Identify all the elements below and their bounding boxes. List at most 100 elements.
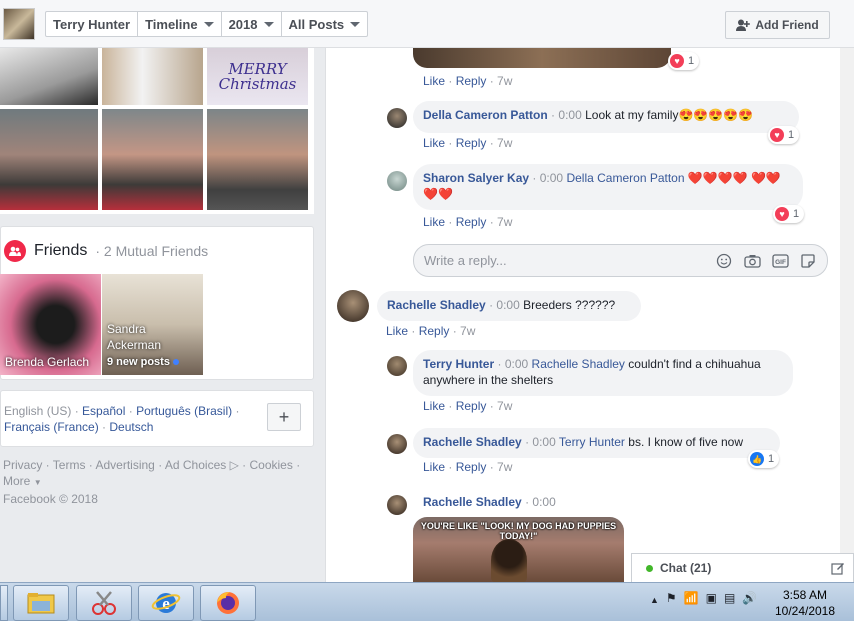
profile-avatar[interactable] <box>3 8 35 40</box>
footer-advertising[interactable]: Advertising <box>95 458 154 472</box>
add-language-button[interactable]: + <box>267 403 301 431</box>
comment-author[interactable]: Rachelle Shadley <box>387 298 486 312</box>
language-link-pt[interactable]: Português (Brasil) <box>136 404 232 418</box>
reaction-count[interactable]: ♥ 1 <box>668 52 700 70</box>
video-timestamp[interactable]: 0:00 <box>505 357 528 371</box>
comment-age[interactable]: 7w <box>497 215 512 229</box>
reply-link[interactable]: Reply <box>456 399 487 413</box>
comment-image-partial[interactable] <box>413 48 671 68</box>
crumb-year[interactable]: 2018 <box>222 12 282 36</box>
comment-age[interactable]: 7w <box>497 136 512 150</box>
start-button-edge[interactable] <box>0 585 8 621</box>
language-link-fr[interactable]: Français (France) <box>4 420 99 434</box>
friend-tile-sandra[interactable]: Sandra Ackerman 9 new posts <box>102 274 203 375</box>
video-timestamp[interactable]: 0:00 <box>532 435 555 449</box>
chat-bar[interactable]: Chat (21) <box>631 553 854 582</box>
crumb-profile-name[interactable]: Terry Hunter <box>46 12 139 36</box>
reaction-number: 1 <box>768 453 775 465</box>
like-link[interactable]: Like <box>423 215 445 229</box>
caret-down-icon: ▼ <box>33 478 42 487</box>
page-scrollbar[interactable] <box>840 48 854 582</box>
like-link[interactable]: Like <box>423 74 445 88</box>
footer-terms[interactable]: Terms <box>53 458 86 472</box>
reply-link[interactable]: Reply <box>456 136 487 150</box>
reply-input[interactable]: Write a reply... GIF <box>413 244 828 277</box>
language-link-es[interactable]: Español <box>82 404 125 418</box>
reaction-count[interactable]: 👍 1 <box>748 450 780 468</box>
meme-image[interactable]: YOU'RE LIKE "LOOK! MY DOG HAD PUPPIES TO… <box>413 517 624 582</box>
like-link[interactable]: Like <box>423 460 445 474</box>
comment-author[interactable]: Terry Hunter <box>423 357 494 371</box>
comment-age[interactable]: 7w <box>497 460 512 474</box>
photo-person[interactable] <box>102 48 203 105</box>
video-timestamp[interactable]: 0:00 <box>558 108 581 122</box>
reaction-count[interactable]: ♥ 1 <box>773 205 805 223</box>
emoji-icon[interactable] <box>715 252 733 270</box>
heart-reaction-icon: ♥ <box>670 54 684 68</box>
gif-icon[interactable]: GIF <box>771 252 789 270</box>
footer-privacy[interactable]: Privacy <box>3 458 42 472</box>
avatar[interactable] <box>337 290 369 322</box>
footer-more[interactable]: More <box>3 474 30 488</box>
like-link[interactable]: Like <box>423 136 445 150</box>
usb-device-icon[interactable]: ▣ <box>706 591 717 605</box>
reply-link[interactable]: Reply <box>419 324 450 338</box>
friends-title[interactable]: Friends <box>34 242 87 260</box>
mention-link[interactable]: Rachelle Shadley <box>532 357 625 371</box>
video-timestamp[interactable]: 0:00 <box>540 171 563 185</box>
action-center-flag-icon[interactable]: ⚑ <box>666 591 677 605</box>
language-link-de[interactable]: Deutsch <box>109 420 153 434</box>
sticker-icon[interactable] <box>799 252 817 270</box>
show-hidden-icons[interactable]: ▲ <box>650 591 659 605</box>
crumb-all-posts[interactable]: All Posts <box>282 12 368 36</box>
crumb-timeline[interactable]: Timeline <box>138 12 222 36</box>
snipping-tool-button[interactable] <box>76 585 132 621</box>
video-timestamp[interactable]: 0:00 <box>532 495 555 509</box>
mention-link[interactable]: Terry Hunter <box>559 435 625 449</box>
avatar[interactable] <box>387 356 407 376</box>
avatar[interactable] <box>387 434 407 454</box>
avatar[interactable] <box>387 495 407 515</box>
meme-caption: YOU'RE LIKE "LOOK! MY DOG HAD PUPPIES TO… <box>420 521 617 541</box>
footer-links: Privacy · Terms · Advertising · Ad Choic… <box>3 458 301 506</box>
comment-age[interactable]: 7w <box>460 324 475 338</box>
comment-author[interactable]: Rachelle Shadley <box>423 435 522 449</box>
avatar[interactable] <box>387 108 407 128</box>
camera-icon[interactable] <box>743 252 761 270</box>
photo-fishing-3[interactable] <box>207 109 308 210</box>
crumb-year-label: 2018 <box>228 16 258 32</box>
firefox-button[interactable] <box>200 585 256 621</box>
video-timestamp[interactable]: 0:00 <box>496 298 519 312</box>
compose-icon[interactable] <box>831 561 845 578</box>
reaction-count[interactable]: ♥ 1 <box>768 126 800 144</box>
like-link[interactable]: Like <box>386 324 408 338</box>
display-icon[interactable]: ▤ <box>724 591 735 605</box>
comment-author[interactable]: Rachelle Shadley <box>423 495 522 509</box>
file-explorer-button[interactable] <box>13 585 69 621</box>
clock-date: 10/24/2018 <box>774 604 836 618</box>
system-tray: ▲ ⚑ 📶 ▣ ▤ 🔊 <box>650 591 757 605</box>
comment-author[interactable]: Della Cameron Patton <box>423 108 548 122</box>
comment-age[interactable]: 7w <box>497 399 512 413</box>
volume-icon[interactable]: 🔊 <box>742 591 757 605</box>
footer-ad-choices[interactable]: Ad Choices <box>165 458 226 472</box>
like-link[interactable]: Like <box>423 399 445 413</box>
comment-author[interactable]: Sharon Salyer Kay <box>423 171 529 185</box>
reply-link[interactable]: Reply <box>456 74 487 88</box>
mention-link[interactable]: Della Cameron Patton <box>566 171 684 185</box>
network-signal-icon[interactable]: 📶 <box>684 591 699 605</box>
friend-name: Sandra Ackerman <box>107 322 162 352</box>
comment-age[interactable]: 7w <box>497 74 512 88</box>
taskbar-clock[interactable]: 3:58 AM 10/24/2018 <box>772 587 838 619</box>
photo-car-mirror[interactable] <box>0 48 98 105</box>
photo-fishing-2[interactable] <box>102 109 203 210</box>
photo-christmas[interactable]: MERRY Christmas <box>207 48 308 105</box>
reply-link[interactable]: Reply <box>456 460 487 474</box>
friend-tile-brenda[interactable]: Brenda Gerlach <box>0 274 101 375</box>
add-friend-button[interactable]: Add Friend <box>725 11 830 39</box>
avatar[interactable] <box>387 171 407 191</box>
reply-link[interactable]: Reply <box>456 215 487 229</box>
footer-cookies[interactable]: Cookies <box>250 458 293 472</box>
internet-explorer-button[interactable]: e <box>138 585 194 621</box>
photo-fishing-1[interactable] <box>0 109 98 210</box>
